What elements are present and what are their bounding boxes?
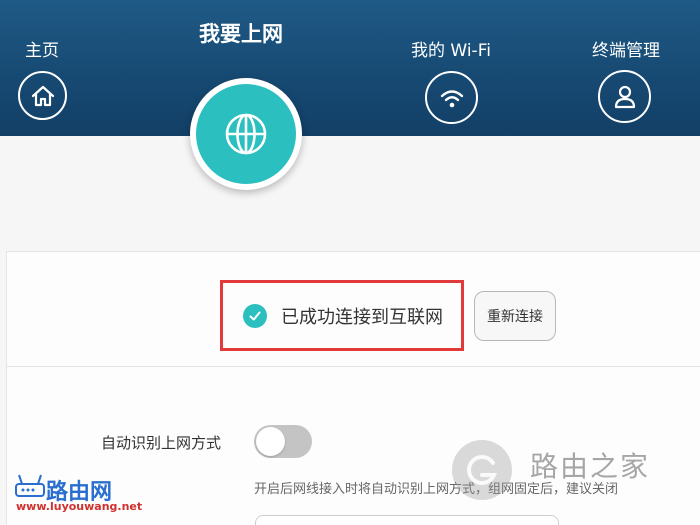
nav-internet-label: 我要上网: [199, 22, 283, 46]
router-icon: [15, 474, 45, 497]
partial-input-field[interactable]: [255, 515, 559, 525]
wifi-icon: [440, 89, 463, 107]
content-top-area: [0, 136, 700, 251]
auto-detect-toggle[interactable]: [254, 425, 312, 458]
nav-home-button[interactable]: [18, 71, 67, 120]
home-icon: [31, 85, 54, 106]
nav-wifi-label: 我的 Wi-Fi: [411, 41, 491, 61]
status-text: 已成功连接到互联网: [281, 306, 443, 328]
globe-icon: [225, 113, 267, 155]
toggle-knob: [256, 427, 285, 456]
checkmark-icon: [243, 303, 267, 328]
auto-detect-label: 自动识别上网方式: [101, 434, 222, 452]
user-icon: [614, 85, 635, 108]
top-nav-bar: 主页 我要上网 我的 Wi-Fi 终端管理: [0, 0, 700, 136]
nav-terminal-label: 终端管理: [592, 41, 660, 61]
connection-status: 已成功连接到互联网: [220, 280, 464, 351]
nav-home-label: 主页: [25, 41, 59, 61]
nav-internet-button[interactable]: [190, 78, 302, 190]
reconnect-button[interactable]: 重新连接: [474, 291, 556, 341]
nav-terminal-button[interactable]: [598, 70, 651, 123]
watermark-right-text: 路由之家: [530, 450, 651, 483]
watermark-right-icon: [452, 440, 512, 500]
panel-divider: [6, 366, 700, 367]
watermark-left-url: www.luyouwang.net: [16, 500, 143, 513]
nav-wifi-button[interactable]: [425, 71, 478, 124]
